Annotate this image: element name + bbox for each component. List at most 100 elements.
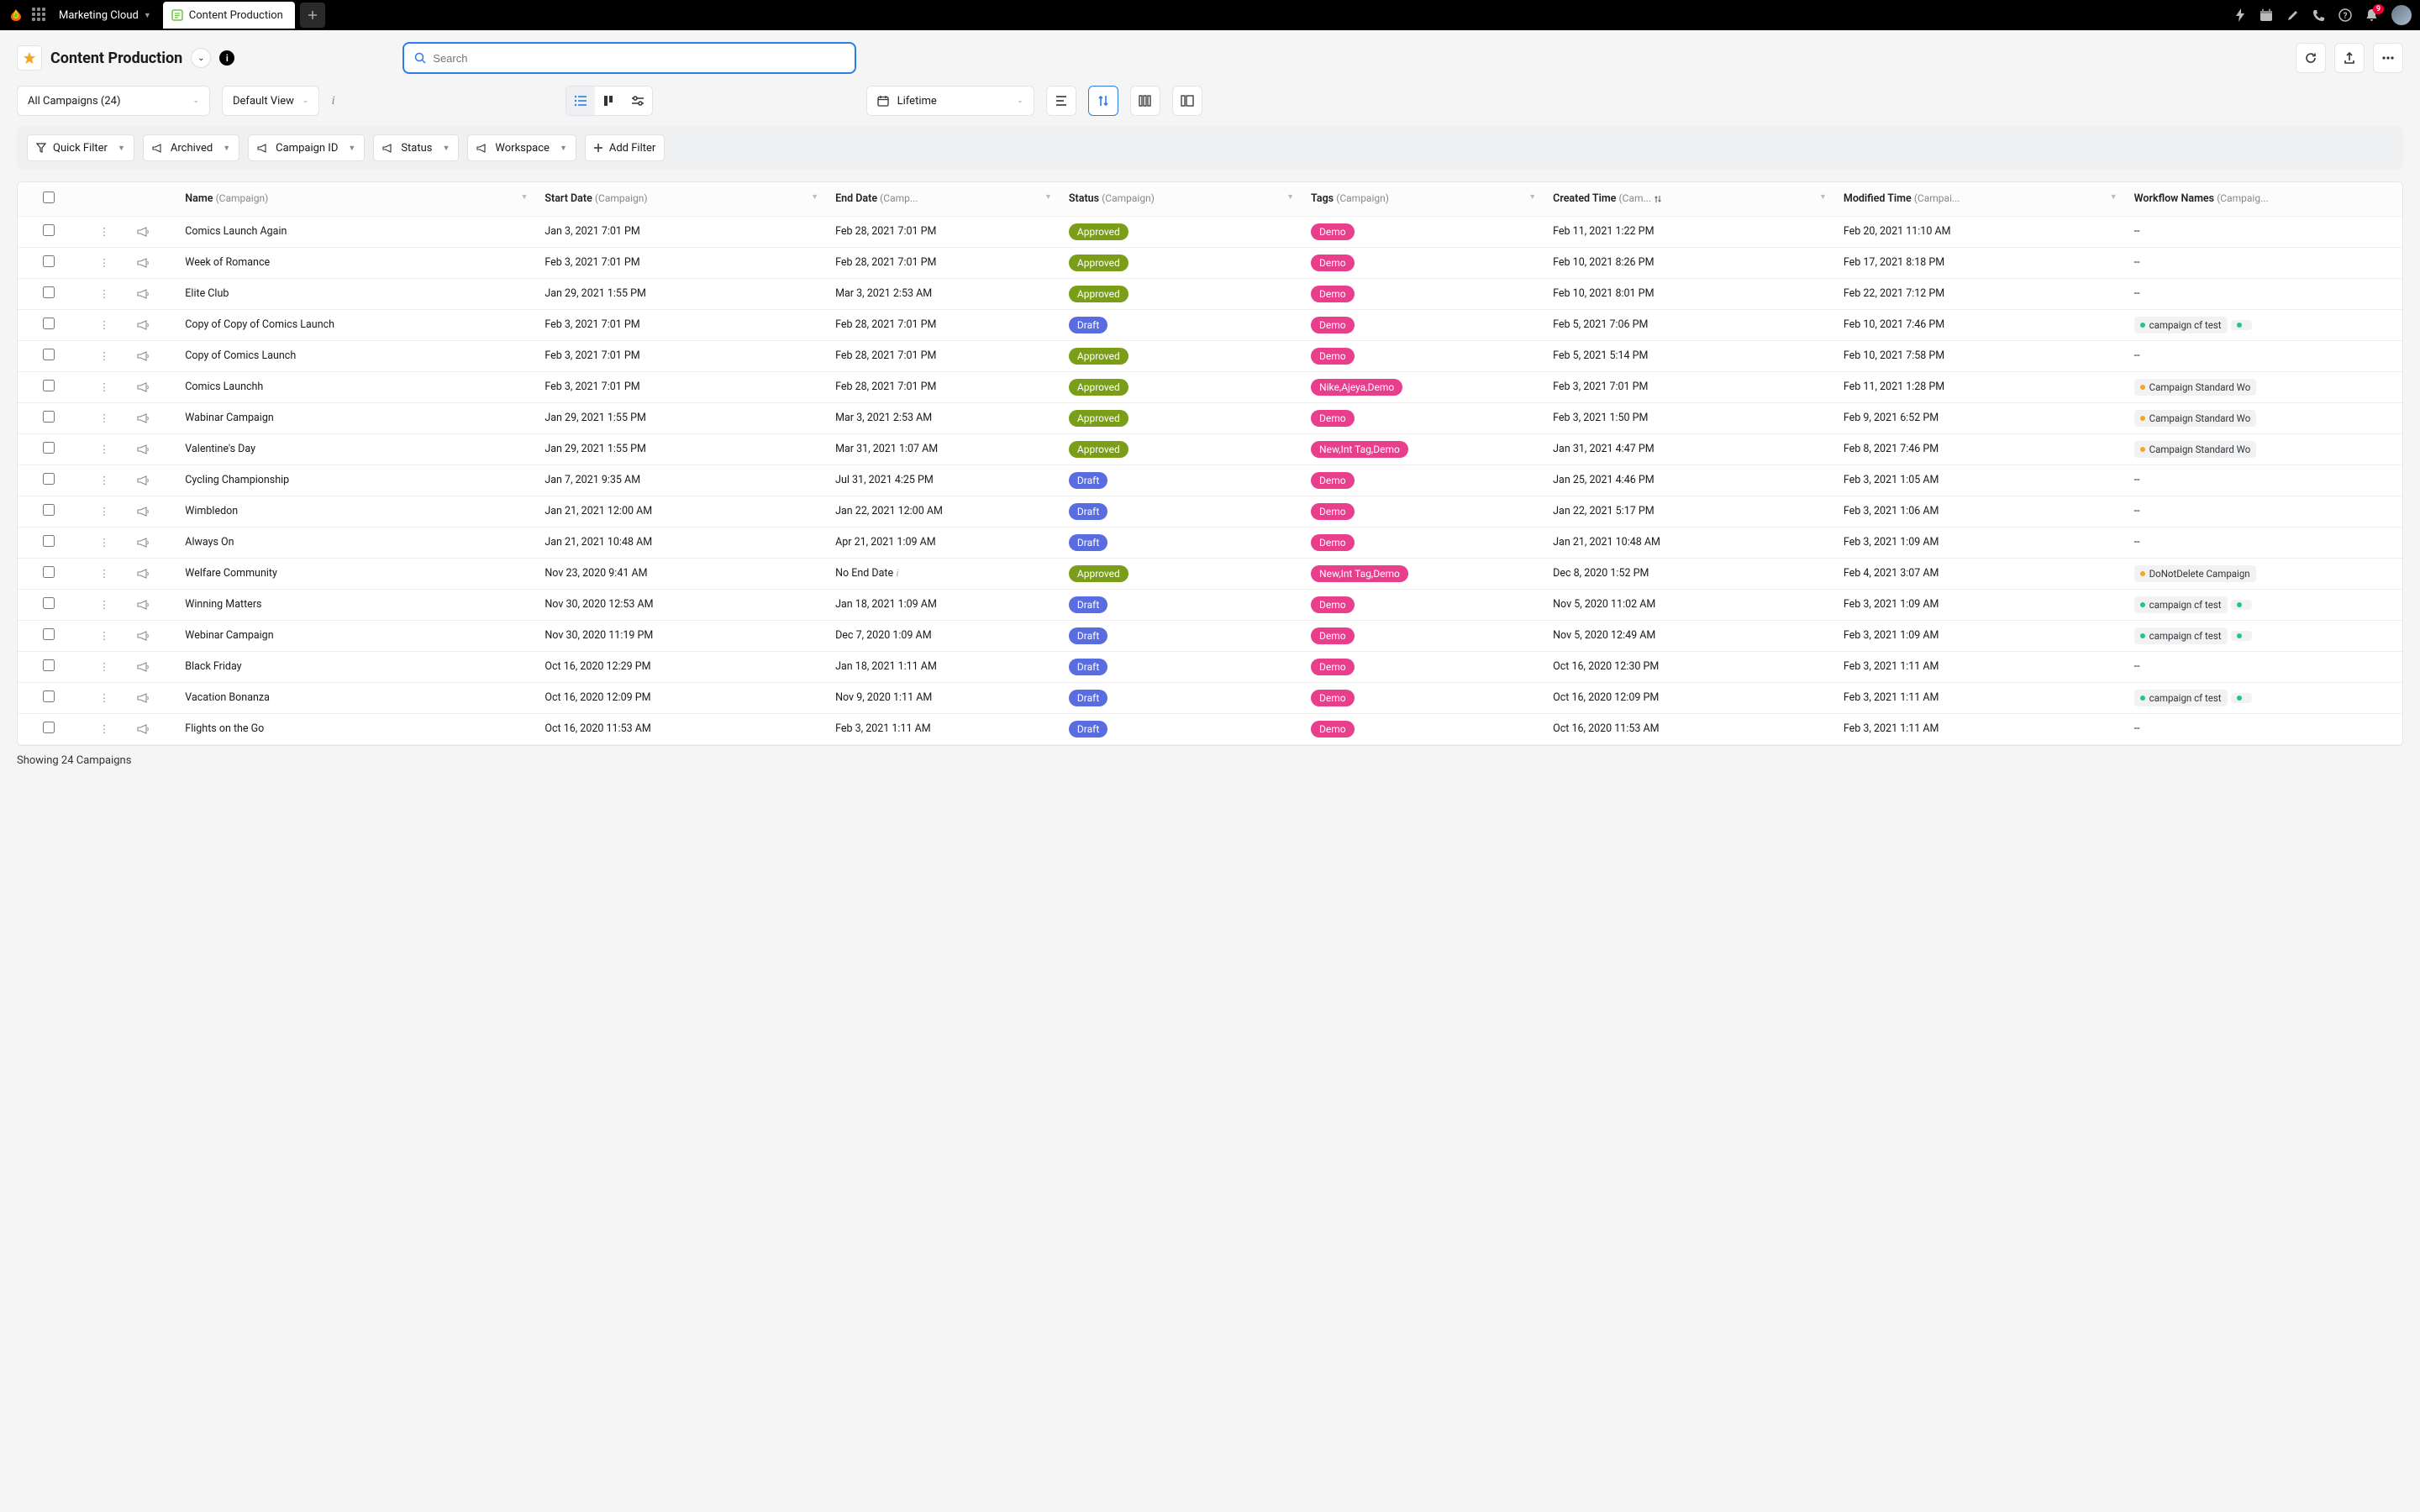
- cell-name[interactable]: Welfare Community: [176, 558, 536, 589]
- more-button[interactable]: [2373, 43, 2403, 73]
- table-row[interactable]: ⋮Welfare CommunityNov 23, 2020 9:41 AMNo…: [18, 558, 2402, 589]
- header-end-date[interactable]: End Date (Camp...▼: [827, 182, 1060, 216]
- cell-name[interactable]: Elite Club: [176, 278, 536, 309]
- cell-name[interactable]: Valentine's Day: [176, 433, 536, 465]
- workflow-chip[interactable]: campaign cf test: [2134, 690, 2228, 706]
- row-checkbox[interactable]: [43, 628, 55, 640]
- row-menu-icon[interactable]: ⋮: [99, 568, 110, 580]
- adjust-button[interactable]: [1046, 86, 1076, 116]
- calendar-icon[interactable]: [2260, 8, 2273, 22]
- select-all-checkbox[interactable]: [43, 192, 55, 203]
- favorite-button[interactable]: [17, 45, 42, 71]
- row-menu-icon[interactable]: ⋮: [99, 288, 110, 301]
- row-menu-icon[interactable]: ⋮: [99, 723, 110, 736]
- row-menu-icon[interactable]: ⋮: [99, 319, 110, 332]
- workflow-chip[interactable]: DoNotDelete Campaign: [2134, 565, 2256, 582]
- row-menu-icon[interactable]: ⋮: [99, 350, 110, 363]
- row-menu-icon[interactable]: ⋮: [99, 599, 110, 612]
- add-tab-button[interactable]: [300, 3, 325, 28]
- workflow-chip[interactable]: [2231, 600, 2252, 610]
- lightning-icon[interactable]: [2234, 8, 2246, 22]
- campaign-id-filter-chip[interactable]: Campaign ID ▼: [248, 134, 365, 161]
- row-checkbox[interactable]: [43, 224, 55, 236]
- row-menu-icon[interactable]: ⋮: [99, 630, 110, 643]
- status-filter-chip[interactable]: Status ▼: [373, 134, 459, 161]
- pencil-icon[interactable]: [2286, 9, 2299, 22]
- info-icon[interactable]: i: [219, 50, 234, 66]
- row-checkbox[interactable]: [43, 504, 55, 516]
- cell-name[interactable]: Wabinar Campaign: [176, 402, 536, 433]
- cell-name[interactable]: Black Friday: [176, 651, 536, 682]
- row-checkbox[interactable]: [43, 473, 55, 485]
- view-info-icon[interactable]: i: [331, 94, 334, 108]
- row-checkbox[interactable]: [43, 318, 55, 329]
- user-avatar[interactable]: [2391, 5, 2412, 25]
- row-checkbox[interactable]: [43, 566, 55, 578]
- row-menu-icon[interactable]: ⋮: [99, 257, 110, 270]
- header-name[interactable]: Name (Campaign)▼: [176, 182, 536, 216]
- table-row[interactable]: ⋮Black FridayOct 16, 2020 12:29 PMJan 18…: [18, 651, 2402, 682]
- row-checkbox[interactable]: [43, 690, 55, 702]
- cell-name[interactable]: Copy of Comics Launch: [176, 340, 536, 371]
- workflow-chip[interactable]: [2231, 693, 2252, 703]
- sort-button[interactable]: [1088, 86, 1118, 116]
- row-checkbox[interactable]: [43, 722, 55, 733]
- header-start-date[interactable]: Start Date (Campaign)▼: [536, 182, 827, 216]
- search-box[interactable]: [402, 42, 856, 74]
- row-menu-icon[interactable]: ⋮: [99, 226, 110, 239]
- date-range-selector[interactable]: Lifetime ⌄: [866, 86, 1034, 116]
- row-menu-icon[interactable]: ⋮: [99, 506, 110, 518]
- table-row[interactable]: ⋮Flights on the GoOct 16, 2020 11:53 AMF…: [18, 713, 2402, 744]
- cell-name[interactable]: Vacation Bonanza: [176, 682, 536, 713]
- row-menu-icon[interactable]: ⋮: [99, 475, 110, 487]
- export-button[interactable]: [2334, 43, 2365, 73]
- table-row[interactable]: ⋮Elite ClubJan 29, 2021 1:55 PMMar 3, 20…: [18, 278, 2402, 309]
- row-checkbox[interactable]: [43, 442, 55, 454]
- table-row[interactable]: ⋮Comics Launch AgainJan 3, 2021 7:01 PMF…: [18, 216, 2402, 247]
- table-row[interactable]: ⋮Cycling ChampionshipJan 7, 2021 9:35 AM…: [18, 465, 2402, 496]
- apps-launcher-icon[interactable]: [32, 8, 47, 23]
- notifications-icon[interactable]: 9: [2365, 8, 2378, 22]
- row-checkbox[interactable]: [43, 349, 55, 360]
- tab-content-production[interactable]: Content Production: [163, 2, 295, 29]
- row-menu-icon[interactable]: ⋮: [99, 661, 110, 674]
- workflow-chip[interactable]: campaign cf test: [2134, 317, 2228, 333]
- row-checkbox[interactable]: [43, 659, 55, 671]
- table-row[interactable]: ⋮Copy of Copy of Comics LaunchFeb 3, 202…: [18, 309, 2402, 340]
- workspace-filter-chip[interactable]: Workspace ▼: [467, 134, 576, 161]
- workflow-chip[interactable]: Campaign Standard Wo: [2134, 410, 2257, 427]
- header-menu-icon[interactable]: ▼: [2110, 192, 2118, 202]
- cell-name[interactable]: Cycling Championship: [176, 465, 536, 496]
- cell-name[interactable]: Copy of Copy of Comics Launch: [176, 309, 536, 340]
- layout-button[interactable]: [1172, 86, 1202, 116]
- select-all-header[interactable]: [18, 182, 80, 216]
- row-checkbox[interactable]: [43, 255, 55, 267]
- header-menu-icon[interactable]: ▼: [1528, 192, 1536, 202]
- phone-icon[interactable]: [2312, 9, 2325, 22]
- workflow-chip[interactable]: [2231, 631, 2252, 641]
- campaign-selector[interactable]: All Campaigns (24) ⌄: [17, 86, 210, 116]
- row-menu-icon[interactable]: ⋮: [99, 412, 110, 425]
- cell-name[interactable]: Week of Romance: [176, 247, 536, 278]
- cell-name[interactable]: Always On: [176, 527, 536, 558]
- workflow-chip[interactable]: campaign cf test: [2134, 596, 2228, 613]
- cell-name[interactable]: Wimbledon: [176, 496, 536, 527]
- title-dropdown[interactable]: ⌄: [191, 48, 211, 68]
- refresh-button[interactable]: [2296, 43, 2326, 73]
- cell-name[interactable]: Webinar Campaign: [176, 620, 536, 651]
- header-menu-icon[interactable]: ▼: [811, 192, 818, 202]
- archived-filter-chip[interactable]: Archived ▼: [143, 134, 239, 161]
- info-icon[interactable]: i: [893, 567, 899, 579]
- table-row[interactable]: ⋮Webinar CampaignNov 30, 2020 11:19 PMDe…: [18, 620, 2402, 651]
- row-checkbox[interactable]: [43, 535, 55, 547]
- list-view-button[interactable]: [566, 87, 595, 115]
- view-selector[interactable]: Default View ⌄: [222, 86, 319, 116]
- cell-name[interactable]: Winning Matters: [176, 589, 536, 620]
- workspace-selector[interactable]: Marketing Cloud ▼: [59, 9, 151, 22]
- header-menu-icon[interactable]: ▼: [1819, 192, 1827, 202]
- cell-name[interactable]: Flights on the Go: [176, 713, 536, 744]
- row-checkbox[interactable]: [43, 380, 55, 391]
- table-row[interactable]: ⋮Comics LaunchhFeb 3, 2021 7:01 PMFeb 28…: [18, 371, 2402, 402]
- table-row[interactable]: ⋮Vacation BonanzaOct 16, 2020 12:09 PMNo…: [18, 682, 2402, 713]
- row-checkbox[interactable]: [43, 411, 55, 423]
